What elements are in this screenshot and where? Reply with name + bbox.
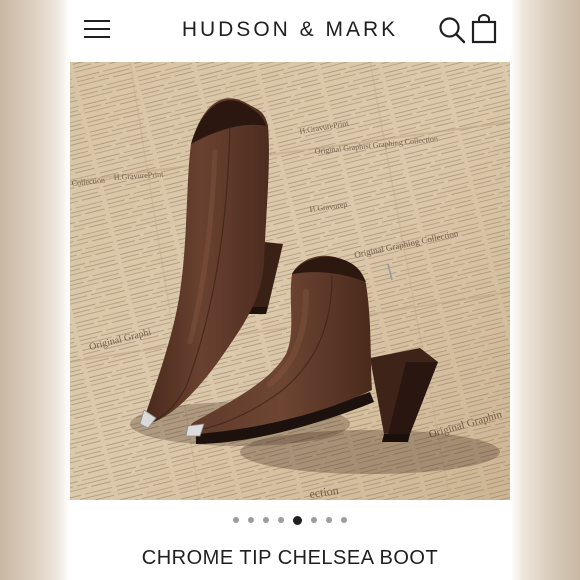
carousel-dot[interactable]: [326, 517, 332, 523]
store-header: HUDSON & MARK: [70, 0, 510, 62]
product-image[interactable]: H.GravurePrint Original Graphist Graphin…: [70, 62, 510, 500]
screenshot-frame: HUDSON & MARK H.GravurePrint Original Gr…: [0, 0, 580, 580]
shopping-bag-icon: [471, 14, 497, 44]
carousel-dot[interactable]: [248, 517, 254, 523]
search-icon: [439, 17, 466, 44]
mobile-screen: HUDSON & MARK H.GravurePrint Original Gr…: [70, 0, 510, 580]
carousel-dot[interactable]: [233, 517, 239, 523]
carousel-dot[interactable]: [263, 517, 269, 523]
product-title: CHROME TIP CHELSEA BOOT: [141, 547, 439, 569]
cart-button[interactable]: [470, 14, 498, 44]
hamburger-menu-icon: [84, 16, 112, 42]
carousel-dot[interactable]: [341, 517, 347, 523]
carousel-indicators: [70, 512, 510, 528]
newspaper-text: ection: [308, 483, 339, 500]
search-button[interactable]: [438, 16, 466, 44]
menu-button[interactable]: [84, 16, 112, 42]
carousel-dot-active[interactable]: [293, 515, 302, 525]
brand-logo[interactable]: HUDSON & MARK: [150, 16, 430, 44]
carousel-dot[interactable]: [311, 517, 317, 523]
carousel-dot[interactable]: [278, 517, 284, 523]
boots-photo: H.GravurePrint Original Graphist Graphin…: [70, 62, 510, 500]
